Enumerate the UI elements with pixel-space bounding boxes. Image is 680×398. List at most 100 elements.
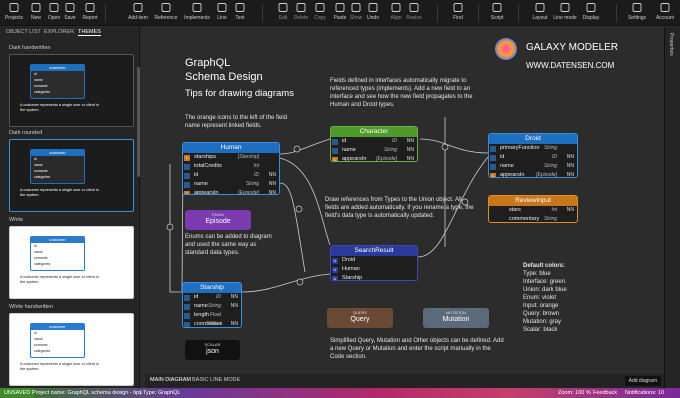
toolbar-reference-button[interactable]: Reference bbox=[152, 2, 180, 21]
toolbar-separator bbox=[616, 4, 617, 22]
status-notifications[interactable]: Notifications: 10 bbox=[625, 388, 664, 398]
human-field-row[interactable]: id ID NN bbox=[183, 171, 279, 180]
field-type: String bbox=[543, 216, 557, 222]
toolbar-report-button[interactable]: Report bbox=[76, 2, 104, 21]
field-type: ID bbox=[552, 154, 557, 160]
brand-name: GALAXY MODELER bbox=[526, 42, 619, 53]
search-field-row[interactable]: U Droid bbox=[331, 256, 417, 265]
tab-themes[interactable]: THEMES bbox=[78, 29, 101, 36]
theme-preview-description: A customer represents a single user or c… bbox=[20, 275, 99, 284]
character-field-row[interactable]: name String NN bbox=[331, 146, 417, 155]
toolbar-label: Copy bbox=[314, 15, 326, 21]
starship-field-row[interactable]: length Float bbox=[183, 311, 241, 320]
legend-item: Union: dark blue bbox=[523, 287, 567, 293]
status-feedback[interactable]: Feedback bbox=[593, 388, 617, 398]
legend-item: Scalar: black bbox=[523, 327, 558, 333]
theme-thumbnail[interactable]: customer id name surname categories A custome… bbox=[9, 54, 134, 127]
reference-icon bbox=[160, 2, 172, 13]
toolbar-settings-button[interactable]: Settings bbox=[623, 2, 651, 21]
toolbar-resize-button[interactable]: Resize bbox=[400, 2, 428, 21]
json-scalar-card[interactable]: SCALAR json bbox=[185, 340, 240, 360]
field-type: [Episode] bbox=[376, 156, 397, 162]
toolbar-text-button[interactable]: Text bbox=[226, 2, 254, 21]
starship-type-card[interactable]: Starship id ID NN name String NN length Float co… bbox=[182, 282, 242, 328]
starship-field-row[interactable]: name String NN bbox=[183, 302, 241, 311]
field-name: id bbox=[194, 172, 199, 178]
left-panel-scrollbar[interactable] bbox=[137, 67, 140, 177]
toolbar-label: Text bbox=[235, 15, 245, 21]
droid-type-card[interactable]: Droid primaryFunction String id ID NN name Str… bbox=[488, 133, 578, 178]
review-field-row[interactable]: commentary String bbox=[489, 215, 577, 222]
properties-tab[interactable]: Properties bbox=[668, 33, 674, 56]
page-subtitle: Tips for drawing diagrams bbox=[185, 88, 294, 99]
droid-field-row[interactable]: id ID NN bbox=[489, 153, 577, 162]
tab-object-list[interactable]: OBJECT LIST bbox=[6, 29, 41, 35]
theme-preview-description: A customer represents a single user or c… bbox=[20, 188, 99, 197]
diagram-canvas[interactable]: GraphQL Schema Design Tips for drawing d… bbox=[145, 27, 664, 374]
field-name: stars bbox=[509, 207, 521, 213]
theme-preview-card: customer id name surname categories bbox=[30, 323, 85, 358]
query-card[interactable]: QUERY Query bbox=[327, 308, 393, 328]
toolbar-display-button[interactable]: Display bbox=[577, 2, 605, 21]
theme-thumbnail[interactable]: customer id name surname categories A custome… bbox=[9, 313, 134, 386]
toolbar-implements-button[interactable]: Implements bbox=[183, 2, 211, 21]
toolbar-layout-button[interactable]: Layout bbox=[526, 2, 554, 21]
character-interface-card[interactable]: Character id ID NN name String NN LappearsIn [E… bbox=[330, 126, 418, 162]
theme-title: Dark rounded bbox=[9, 130, 43, 136]
droid-field-row[interactable]: name String NN bbox=[489, 162, 577, 171]
field-key-icon: U bbox=[332, 275, 338, 281]
toolbar-script-button[interactable]: Script bbox=[483, 2, 511, 21]
character-field-row[interactable]: id ID NN bbox=[331, 137, 417, 146]
note-orange-icons: The orange icons to the left of the fiel… bbox=[185, 115, 288, 129]
toolbar-label: Find bbox=[453, 15, 463, 21]
tab-explorer[interactable]: EXPLORER bbox=[44, 29, 74, 35]
human-type-card[interactable]: Human Lstarships [Starship] totalCredits In… bbox=[182, 142, 280, 195]
field-not-null: NN bbox=[268, 181, 276, 187]
character-title: Character bbox=[359, 128, 389, 135]
human-field-row[interactable]: name String NN bbox=[183, 180, 279, 189]
tab-basic-line-mode[interactable]: BASIC LINE MODE bbox=[192, 377, 240, 383]
field-key-icon bbox=[490, 163, 496, 170]
human-field-row[interactable]: Lstarships [Starship] bbox=[183, 153, 279, 162]
theme-thumbnail[interactable]: customer id name surname categories A custome… bbox=[9, 139, 134, 212]
review-input-card[interactable]: ReviewInput stars Int NN commentary String bbox=[488, 195, 578, 223]
toolbar-account-button[interactable]: Account bbox=[651, 2, 679, 21]
field-name: Droid bbox=[342, 257, 356, 263]
search-result-union-card[interactable]: SearchResult U Droid U Human U Starship bbox=[330, 245, 418, 281]
human-field-row[interactable]: totalCredits Int bbox=[183, 162, 279, 171]
field-name: name bbox=[342, 147, 356, 153]
toolbar-separator bbox=[518, 4, 519, 22]
search-field-row[interactable]: U Human bbox=[331, 265, 417, 274]
field-not-null: NN bbox=[268, 190, 276, 195]
theme-thumbnail[interactable]: customer id name surname categories A custome… bbox=[9, 226, 134, 299]
droid-field-row[interactable]: primaryFunction String bbox=[489, 144, 577, 153]
toolbar-line-mode-button[interactable]: Line mode bbox=[551, 2, 579, 21]
legend-item: Enum: violet bbox=[523, 295, 557, 301]
status-zoom[interactable]: Zoom: 100 % bbox=[558, 388, 591, 398]
legend-item: Type: blue bbox=[523, 271, 551, 277]
starship-field-row[interactable]: id ID NN bbox=[183, 293, 241, 302]
diagram-tabs: MAIN DIAGRAM BASIC LINE MODE Add diagram bbox=[145, 374, 664, 388]
toolbar-find-button[interactable]: Find bbox=[444, 2, 472, 21]
field-name: appearsIn bbox=[500, 172, 525, 178]
toolbar-add-item-button[interactable]: Add item bbox=[124, 2, 152, 21]
field-name: totalCredits bbox=[194, 163, 222, 169]
field-not-null: NN bbox=[230, 294, 238, 300]
character-field-row[interactable]: LappearsIn [Episode] NN bbox=[331, 155, 417, 162]
search-field-row[interactable]: U Starship bbox=[331, 274, 417, 281]
human-field-row[interactable]: LappearsIn [Episode] NN bbox=[183, 189, 279, 195]
starship-field-row[interactable]: coordinates Float NN bbox=[183, 320, 241, 327]
theme-title: White bbox=[9, 217, 24, 223]
review-field-row[interactable]: stars Int NN bbox=[489, 206, 577, 215]
episode-enum-card[interactable]: ENUM Episode bbox=[185, 210, 251, 230]
droid-field-row[interactable]: LappearsIn [Episode] NN bbox=[489, 171, 577, 178]
field-key-icon bbox=[184, 321, 190, 327]
tab-main-diagram[interactable]: MAIN DIAGRAM bbox=[150, 377, 191, 383]
field-name: primaryFunction bbox=[500, 145, 540, 151]
mutation-card[interactable]: MUTATION Mutation bbox=[423, 308, 489, 328]
connector-dot bbox=[166, 223, 174, 231]
add-diagram-button[interactable]: Add diagram bbox=[624, 376, 661, 386]
toolbar-label: Line mode bbox=[553, 15, 577, 21]
add-item-icon bbox=[132, 2, 144, 13]
field-key-icon bbox=[184, 303, 190, 310]
